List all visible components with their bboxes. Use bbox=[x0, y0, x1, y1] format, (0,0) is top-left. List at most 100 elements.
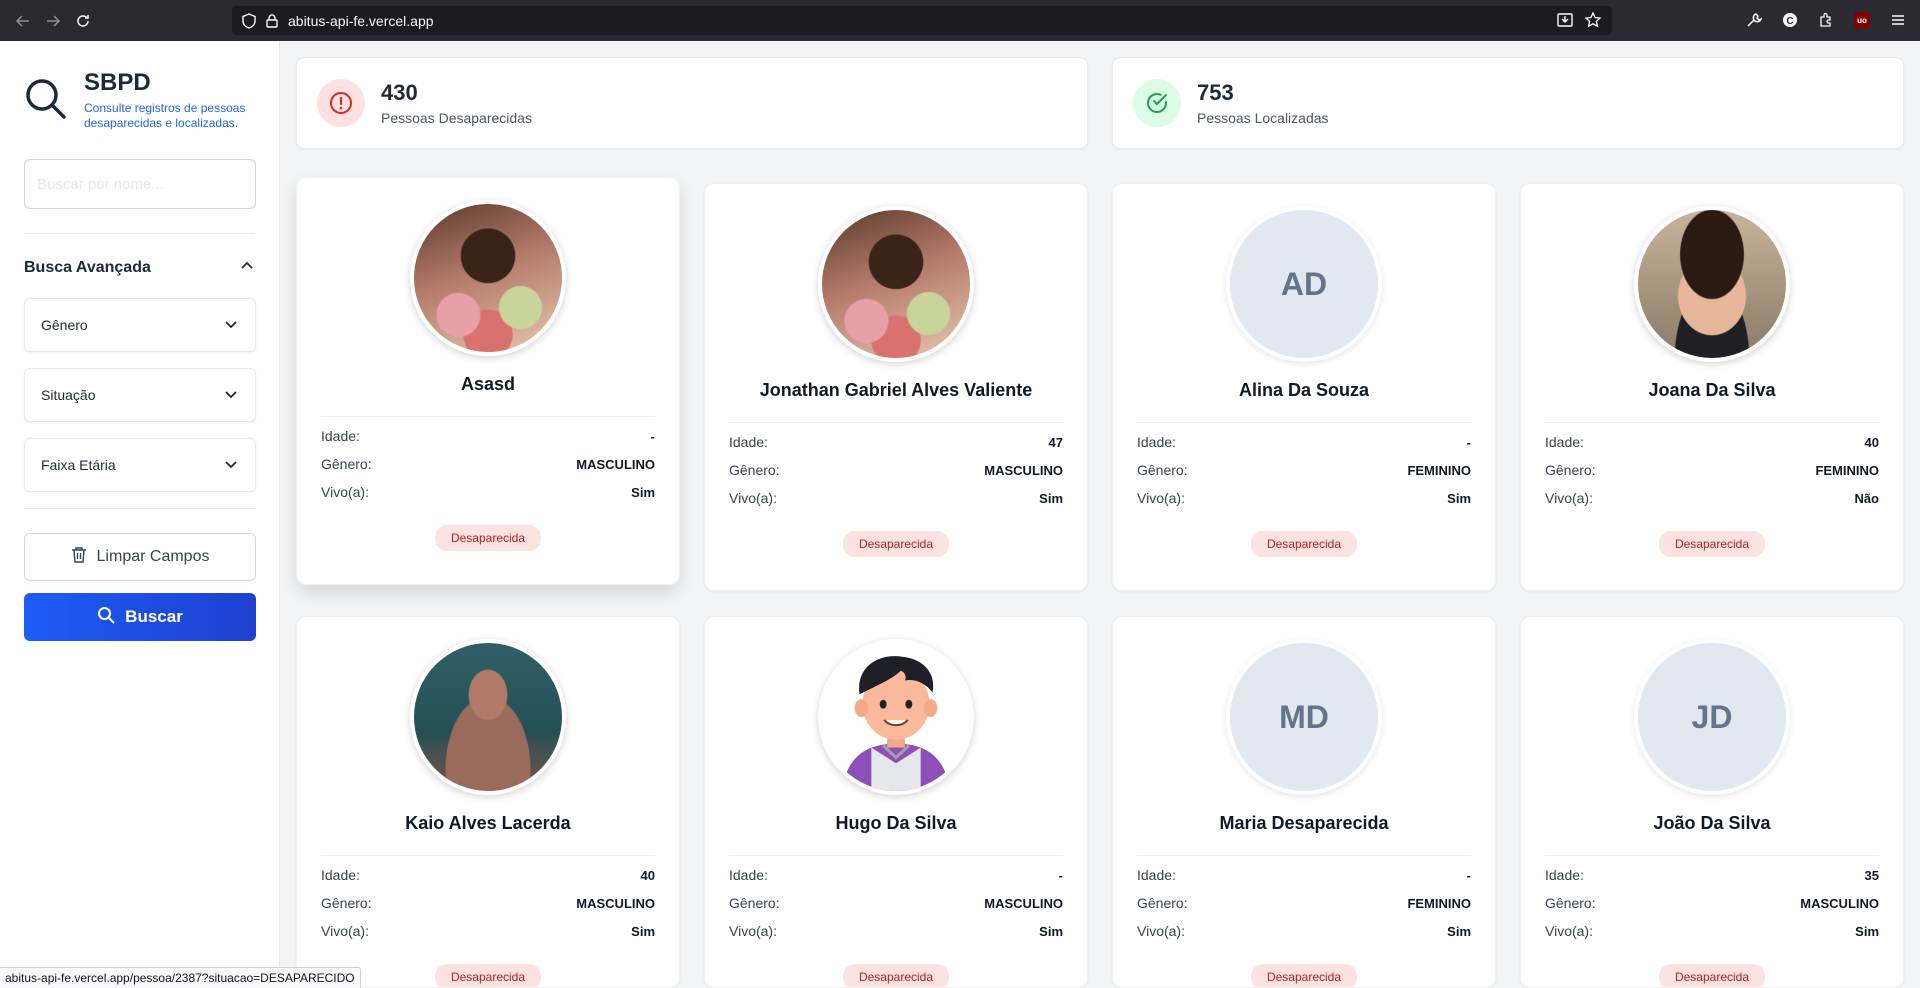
person-name: Maria Desaparecida bbox=[1219, 813, 1389, 833]
divider bbox=[24, 233, 255, 234]
clear-fields-button[interactable]: Limpar Campos bbox=[24, 533, 256, 581]
gender-label: Gênero: bbox=[1137, 895, 1188, 911]
alive-label: Vivo(a): bbox=[729, 923, 777, 939]
alive-label: Vivo(a): bbox=[1545, 923, 1593, 939]
alive-value: Sim bbox=[1447, 490, 1471, 506]
status-badge: Desaparecida bbox=[1250, 531, 1358, 557]
gender-label: Gênero: bbox=[729, 462, 780, 478]
divider bbox=[1137, 422, 1471, 423]
chevron-down-icon bbox=[223, 316, 239, 335]
age-label: Idade: bbox=[321, 428, 360, 444]
person-card[interactable]: JD João Da Silva Idade: 35 Gênero: MASCULI… bbox=[1520, 616, 1904, 988]
reload-icon[interactable] bbox=[69, 7, 97, 35]
chevron-down-icon bbox=[223, 456, 239, 475]
address-bar[interactable]: abitus-api-fe.vercel.app bbox=[232, 6, 1612, 35]
age-label: Idade: bbox=[1137, 434, 1176, 450]
forward-arrow-icon[interactable] bbox=[39, 7, 67, 35]
gender-select[interactable]: Gênero bbox=[24, 298, 256, 352]
age-range-select[interactable]: Faixa Etária bbox=[24, 438, 256, 492]
status-badge: Desaparecida bbox=[434, 964, 542, 987]
stat-found-value: 753 bbox=[1197, 80, 1234, 105]
alive-value: Sim bbox=[1039, 490, 1063, 506]
avatar-initials: AD bbox=[1226, 206, 1382, 362]
age-label: Idade: bbox=[1545, 867, 1584, 883]
advanced-search-toggle[interactable]: Busca Avançada bbox=[24, 254, 255, 282]
gender-label: Gênero: bbox=[321, 895, 372, 911]
chevron-down-icon bbox=[223, 386, 239, 405]
status-badge: Desaparecida bbox=[1658, 964, 1766, 987]
person-name: Asasd bbox=[460, 374, 516, 394]
alive-value: Sim bbox=[1039, 923, 1063, 939]
alive-value: Sim bbox=[1855, 923, 1879, 939]
person-name: Alina Da Souza bbox=[1238, 380, 1370, 400]
person-name: Jonathan Gabriel Alves Valiente bbox=[759, 380, 1033, 400]
shield-icon[interactable] bbox=[242, 12, 256, 29]
search-name-input[interactable] bbox=[24, 159, 256, 209]
back-arrow-icon[interactable] bbox=[9, 7, 37, 35]
avatar-initials: MD bbox=[1226, 639, 1382, 795]
alert-circle-icon bbox=[317, 79, 365, 127]
status-badge: Desaparecida bbox=[434, 525, 542, 551]
app-title: SBPD bbox=[84, 69, 151, 96]
person-card[interactable]: Kaio Alves Lacerda Idade: 40 Gênero: MASCU… bbox=[296, 616, 680, 988]
status-badge: Desaparecida bbox=[1250, 964, 1358, 987]
search-icon bbox=[97, 606, 115, 629]
cartoon-avatar bbox=[818, 639, 974, 795]
person-card[interactable]: AD Alina Da Souza Idade: - Gênero: FEMININ… bbox=[1112, 183, 1496, 591]
divider bbox=[321, 855, 655, 856]
alive-label: Vivo(a): bbox=[1137, 923, 1185, 939]
alive-label: Vivo(a): bbox=[1137, 490, 1185, 506]
url-text[interactable]: abitus-api-fe.vercel.app bbox=[288, 13, 434, 29]
app-subtitle: Consulte registros de pessoas desapareci… bbox=[84, 101, 246, 130]
person-name: Hugo Da Silva bbox=[835, 813, 957, 833]
person-card[interactable]: MD Maria Desaparecida Idade: - Gênero: FEM… bbox=[1112, 616, 1496, 988]
situation-select-label: Situação bbox=[41, 387, 96, 403]
menu-icon[interactable] bbox=[1886, 6, 1910, 34]
search-logo-icon bbox=[24, 77, 72, 125]
bookmark-star-icon[interactable] bbox=[1584, 11, 1602, 32]
age-label: Idade: bbox=[321, 867, 360, 883]
gender-value: FEMININO bbox=[1407, 895, 1471, 911]
advanced-search-label: Busca Avançada bbox=[24, 259, 151, 276]
age-value: - bbox=[650, 428, 655, 444]
age-value: 47 bbox=[1048, 434, 1063, 450]
gender-value: FEMININO bbox=[1815, 462, 1879, 478]
alive-label: Vivo(a): bbox=[321, 484, 369, 500]
age-value: - bbox=[1466, 434, 1471, 450]
trash-icon bbox=[71, 546, 87, 569]
search-button[interactable]: Buscar bbox=[24, 593, 256, 641]
situation-select[interactable]: Situação bbox=[24, 368, 256, 422]
person-card[interactable]: Joana Da Silva Idade: 40 Gênero: FEMININO … bbox=[1520, 183, 1904, 591]
age-label: Idade: bbox=[729, 434, 768, 450]
person-card[interactable]: Asasd Idade: - Gênero: MASCULINO Vivo(a): S… bbox=[296, 177, 680, 585]
link-status-bar: abitus-api-fe.vercel.app/pessoa/2387?sit… bbox=[0, 967, 361, 988]
gender-label: Gênero: bbox=[729, 895, 780, 911]
clear-fields-label: Limpar Campos bbox=[96, 548, 210, 565]
person-card[interactable]: Hugo Da Silva Idade: - Gênero: MASCULINO V… bbox=[704, 616, 1088, 988]
gender-label: Gênero: bbox=[1137, 462, 1188, 478]
wrench-icon[interactable] bbox=[1742, 6, 1766, 34]
gender-value: MASCULINO bbox=[1800, 895, 1879, 911]
gender-select-label: Gênero bbox=[41, 317, 88, 333]
alive-value: Não bbox=[1854, 490, 1879, 506]
stat-missing-card: 430 Pessoas Desaparecidas bbox=[296, 57, 1088, 149]
alive-value: Sim bbox=[631, 484, 655, 500]
age-label: Idade: bbox=[729, 867, 768, 883]
gender-label: Gênero: bbox=[1545, 462, 1596, 478]
ublock-icon[interactable]: uo bbox=[1850, 6, 1874, 34]
brand: SBPD Consulte registros de pessoas desap… bbox=[24, 69, 255, 131]
alive-value: Sim bbox=[1447, 923, 1471, 939]
chevron-up-icon bbox=[239, 258, 255, 279]
gender-value: MASCULINO bbox=[576, 895, 655, 911]
lock-icon[interactable] bbox=[266, 13, 278, 28]
person-photo bbox=[1634, 206, 1790, 362]
extension-c-icon[interactable]: C bbox=[1778, 6, 1802, 34]
extensions-puzzle-icon[interactable] bbox=[1814, 6, 1838, 34]
save-page-icon[interactable] bbox=[1556, 11, 1574, 32]
browser-toolbar: abitus-api-fe.vercel.app C uo bbox=[0, 0, 1920, 41]
divider bbox=[729, 422, 1063, 423]
person-card[interactable]: Jonathan Gabriel Alves Valiente Idade: 47… bbox=[704, 183, 1088, 591]
status-badge: Desaparecida bbox=[842, 531, 950, 557]
person-photo bbox=[410, 200, 566, 356]
person-name: Kaio Alves Lacerda bbox=[405, 813, 571, 833]
